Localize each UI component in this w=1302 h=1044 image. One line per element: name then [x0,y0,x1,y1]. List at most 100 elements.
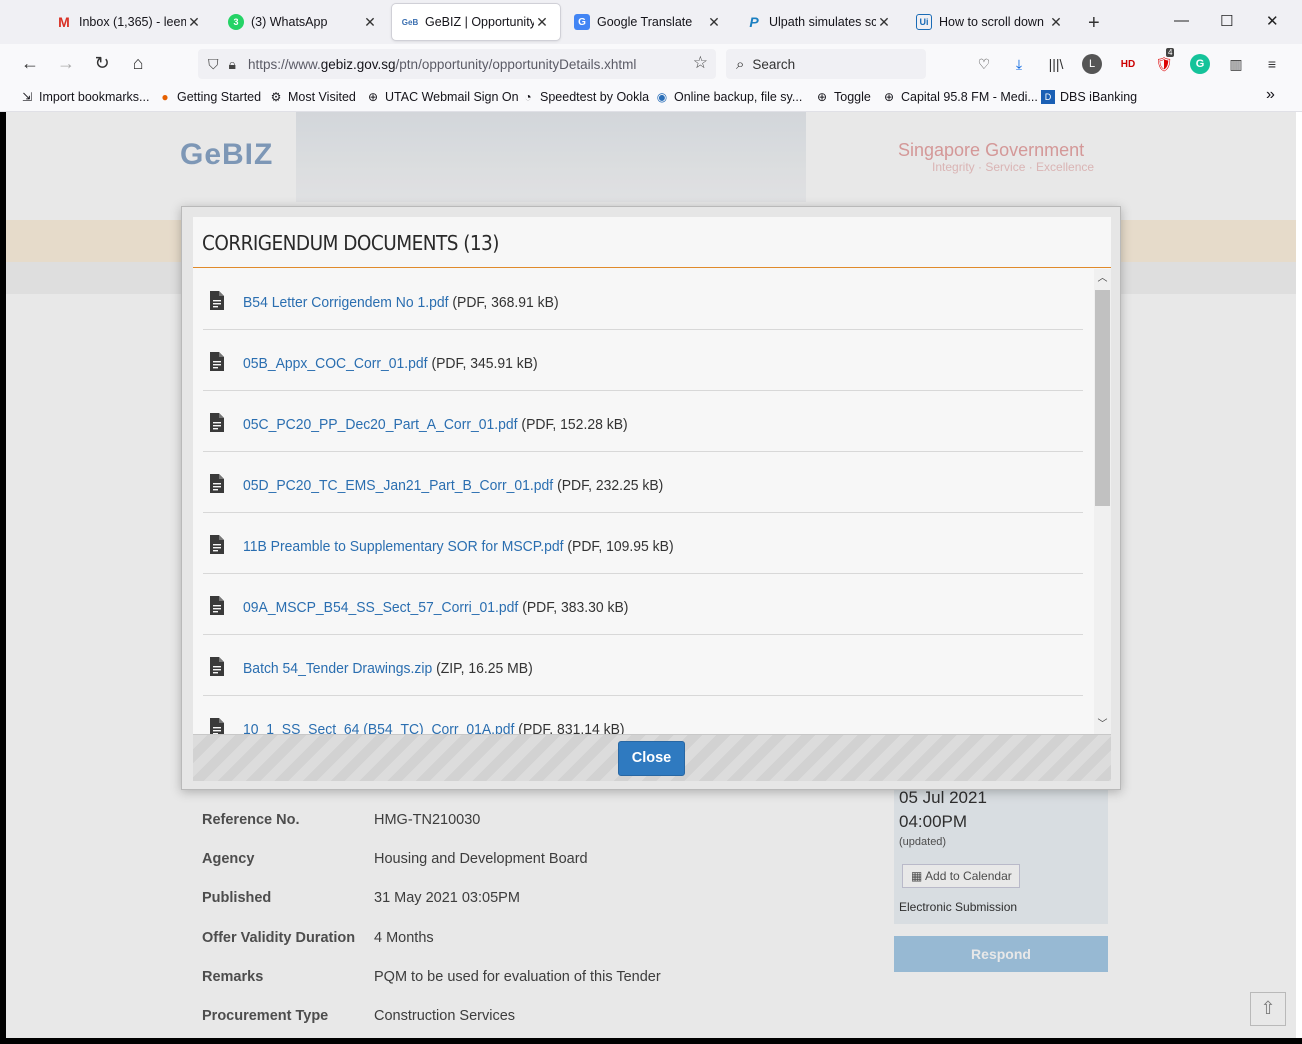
scrollbar-thumb[interactable] [1095,290,1110,506]
document-link[interactable]: 11B Preamble to Supplementary SOR for MS… [243,538,564,555]
speedometer-icon: ◔ [524,90,532,104]
download-icon[interactable]: ⤓ [1009,54,1029,74]
dialog-footer: Close [193,734,1111,781]
document-item: 05C_PC20_PP_Dec20_Part_A_Corr_01.pdf (PD… [203,391,1083,452]
extensions-icon[interactable]: ▥ [1226,54,1246,74]
gear-icon: ⚙ [270,90,282,104]
document-link[interactable]: 05D_PC20_TC_EMS_Jan21_Part_B_Corr_01.pdf [243,477,553,494]
tab-google-translate[interactable]: G Google Translate ✕ [564,4,732,40]
close-tab-icon[interactable]: ✕ [534,14,550,31]
document-icon [210,413,224,432]
document-meta: (ZIP, 16.25 MB) [436,660,533,677]
new-tab-icon[interactable]: + [1088,12,1100,35]
document-link[interactable]: 10_1_SS_Sect_64 (B54_TC)_Corr_01A.pdf [243,721,514,734]
close-window-icon[interactable]: ✕ [1266,12,1279,30]
scroll-up-icon[interactable]: ︿ [1094,271,1111,287]
document-item: 10_1_SS_Sect_64 (B54_TC)_Corr_01A.pdf (P… [203,696,1083,734]
lock-icon[interactable]: 🔒︎ [229,56,236,73]
reload-icon[interactable]: ↻ [91,53,113,74]
bookmark-speedtest[interactable]: ◔ Speedtest by Ookla [521,90,649,104]
document-item: 11B Preamble to Supplementary SOR for MS… [203,513,1083,574]
close-tab-icon[interactable]: ✕ [1048,14,1064,31]
hd-extension-icon[interactable]: HD [1118,54,1138,74]
search-icon: ⌕ [736,55,745,73]
document-icon [210,352,224,371]
document-item: 05D_PC20_TC_EMS_Jan21_Part_B_Corr_01.pdf… [203,452,1083,513]
document-meta: (PDF, 368.91 kB) [452,294,559,311]
close-tab-icon[interactable]: ✕ [362,14,378,31]
document-link[interactable]: Batch 54_Tender Drawings.zip [243,660,432,677]
bookmark-dbs[interactable]: D DBS iBanking [1041,90,1137,104]
dbs-icon: D [1041,90,1055,104]
home-icon[interactable]: ⌂ [127,53,149,74]
close-tab-icon[interactable]: ✕ [706,14,722,31]
bookmark-star-icon[interactable]: ☆ [693,53,708,73]
bookmark-online-backup[interactable]: ◉ Online backup, file sy... [655,90,803,104]
document-meta: (PDF, 232.25 kB) [557,477,664,494]
pocket-icon[interactable]: ♡ [974,54,994,74]
document-meta: (PDF, 152.28 kB) [521,416,628,433]
globe-icon: ⊕ [883,90,895,104]
bookmark-getting-started[interactable]: ● Getting Started [158,90,261,104]
grammarly-icon[interactable]: G [1190,54,1210,74]
document-link[interactable]: 05C_PC20_PP_Dec20_Part_A_Corr_01.pdf [243,416,518,433]
address-bar[interactable]: ⛉ 🔒︎ https://www.gebiz.gov.sg/ptn/opport… [198,49,716,79]
document-icon [210,474,224,493]
gmail-icon: M [58,14,70,30]
nav-toolbar: ← → ↻ ⌂ ⛉ 🔒︎ https://www.gebiz.gov.sg/pt… [0,44,1302,84]
backup-icon: ◉ [656,90,668,104]
document-icon [210,535,224,554]
document-list-scrollbar[interactable]: ︿ ﹀ [1094,269,1111,734]
bookmark-utac-webmail[interactable]: ⊕ UTAC Webmail Sign On [366,90,519,104]
tab-whatsapp[interactable]: 3 (3) WhatsApp ✕ [218,4,388,40]
document-icon [210,596,224,615]
document-item: B54 Letter Corrigendem No 1.pdf (PDF, 36… [203,269,1083,330]
maximize-icon[interactable]: ☐ [1220,12,1233,30]
dialog-title: CORRIGENDUM DOCUMENTS (13) [202,231,499,255]
tab-strip: M Inbox (1,365) - leemu ✕ 3 (3) WhatsApp… [0,0,1302,44]
tab-uipath-forum[interactable]: P Ulpath simulates scrol ✕ [736,4,902,40]
close-button[interactable]: Close [618,741,685,776]
document-link[interactable]: B54 Letter Corrigendem No 1.pdf [243,294,449,311]
document-item: 09A_MSCP_B54_SS_Sect_57_Corri_01.pdf (PD… [203,574,1083,635]
back-icon[interactable]: ← [19,53,41,74]
document-meta: (PDF, 345.91 kB) [431,355,538,372]
minimize-icon[interactable]: — [1174,12,1189,29]
import-icon: ⇲ [21,90,33,104]
document-icon [210,718,224,734]
bookmarks-overflow-icon[interactable]: » [1266,86,1275,104]
bookmark-import[interactable]: ⇲ Import bookmarks... [20,90,149,104]
url-text[interactable]: https://www.gebiz.gov.sg/ptn/opportunity… [248,57,636,72]
whatsapp-icon: 3 [228,14,244,30]
search-bar[interactable]: ⌕ Search [726,49,926,79]
corrigendum-documents-dialog: CORRIGENDUM DOCUMENTS (13) B54 Letter Co… [181,206,1121,790]
close-tab-icon[interactable]: ✕ [876,14,892,31]
translate-icon: G [574,14,590,30]
forward-icon[interactable]: → [55,53,77,74]
document-link[interactable]: 09A_MSCP_B54_SS_Sect_57_Corri_01.pdf [243,599,518,616]
window-edge [1296,112,1302,1038]
gebiz-icon: GeB [401,17,419,27]
tab-gmail[interactable]: M Inbox (1,365) - leemu ✕ [46,4,212,40]
tab-gebiz[interactable]: GeB GeBIZ | Opportunity D ✕ [392,4,560,40]
shield-icon[interactable]: ⛉ [208,56,219,73]
bookmark-capital-fm[interactable]: ⊕ Capital 95.8 FM - Medi... [882,90,1038,104]
document-item: 05B_Appx_COC_Corr_01.pdf (PDF, 345.91 kB… [203,330,1083,391]
bookmark-toggle[interactable]: ⊕ Toggle [815,90,871,104]
scroll-down-icon[interactable]: ﹀ [1094,717,1111,733]
account-icon[interactable]: L [1082,54,1102,74]
document-list[interactable]: B54 Letter Corrigendem No 1.pdf (PDF, 36… [193,269,1093,734]
bookmarks-toolbar: ⇲ Import bookmarks... ● Getting Started ⚙ M… [0,84,1302,112]
tab-uipath-howto[interactable]: Ui How to scroll down in ✕ [906,4,1074,40]
document-item: Batch 54_Tender Drawings.zip (ZIP, 16.25… [203,635,1083,696]
library-icon[interactable]: |||\ [1046,54,1066,74]
globe-icon: ⊕ [816,90,828,104]
close-tab-icon[interactable]: ✕ [186,14,202,31]
title-divider [193,267,1111,268]
document-link[interactable]: 05B_Appx_COC_Corr_01.pdf [243,355,428,372]
bookmark-most-visited[interactable]: ⚙ Most Visited [269,90,356,104]
dialog-body: CORRIGENDUM DOCUMENTS (13) B54 Letter Co… [193,217,1111,781]
browser-chrome: M Inbox (1,365) - leemu ✕ 3 (3) WhatsApp… [0,0,1302,112]
menu-icon[interactable]: ≡ [1262,54,1282,74]
ublock-extension-icon[interactable]: 🛡︎ 4 [1154,48,1175,74]
